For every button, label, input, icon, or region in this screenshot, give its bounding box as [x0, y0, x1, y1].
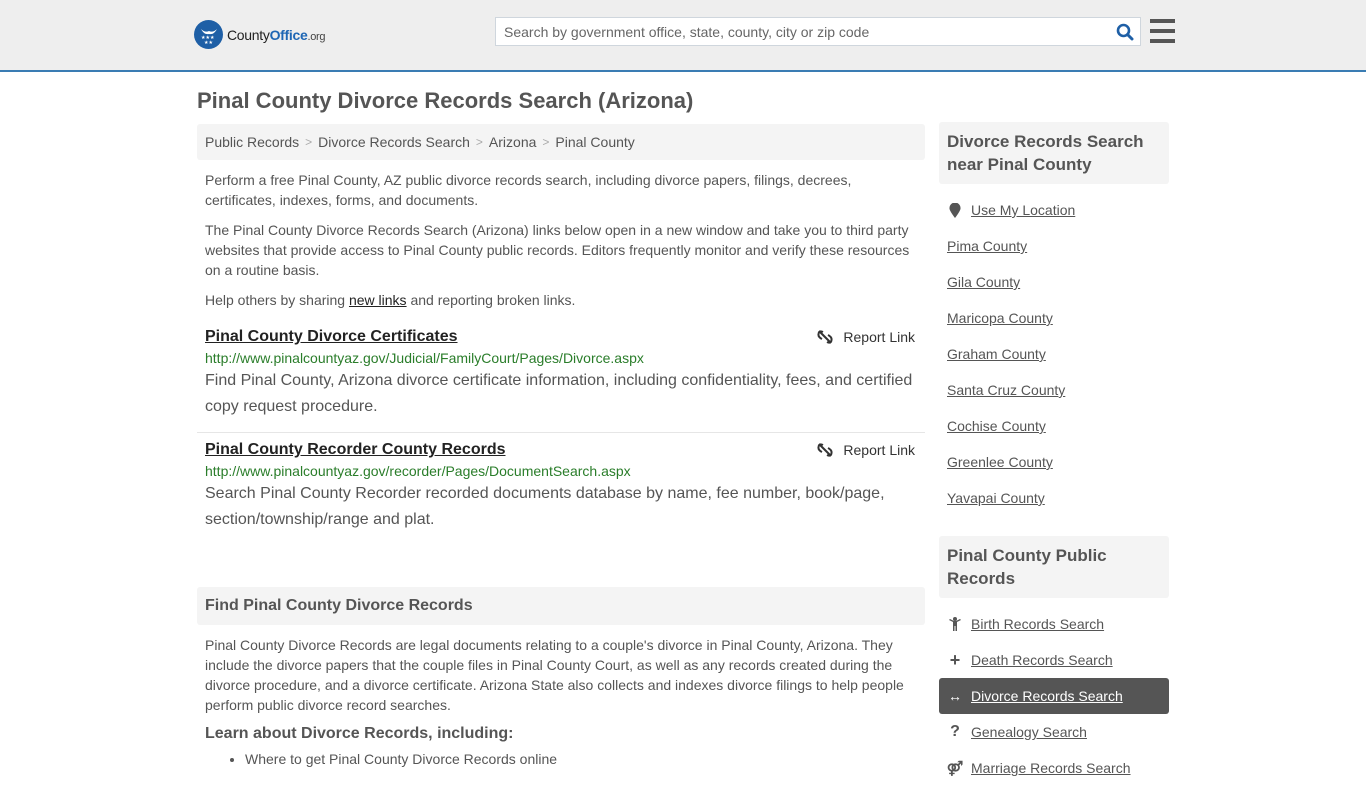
broken-link-icon — [817, 330, 833, 344]
report-link-button[interactable]: Report Link — [817, 442, 915, 458]
question-icon: ? — [950, 723, 960, 740]
logo[interactable]: ★★★ ★★ CountyOffice.org — [194, 20, 326, 49]
marriage-icon: ⚤ — [946, 759, 964, 776]
site-header: ★★★ ★★ CountyOffice.org — [0, 0, 1366, 72]
sidebar-item-birth-records[interactable]: Birth Records Search — [939, 606, 1169, 642]
result-url: http://www.pinalcountyaz.gov/Judicial/Fa… — [205, 350, 644, 366]
broken-link-icon — [817, 443, 833, 457]
county-link-santa-cruz[interactable]: Santa Cruz County — [947, 382, 1065, 398]
page-title: Pinal County Divorce Records Search (Ari… — [197, 88, 694, 113]
breadcrumb-arizona[interactable]: Arizona — [489, 134, 536, 150]
county-link-maricopa[interactable]: Maricopa County — [947, 310, 1053, 326]
nearby-heading: Divorce Records Search near Pinal County — [939, 122, 1169, 184]
find-records-body: Pinal County Divorce Records are legal d… — [197, 635, 925, 767]
svg-text:★★: ★★ — [204, 40, 213, 44]
genealogy-link[interactable]: Genealogy Search — [971, 724, 1087, 740]
result-item: Pinal County Divorce Certificates Report… — [197, 320, 925, 433]
intro-paragraph: Perform a free Pinal County, AZ public d… — [205, 172, 852, 208]
birth-records-link[interactable]: Birth Records Search — [971, 616, 1104, 632]
child-icon — [947, 617, 963, 631]
hamburger-menu-button[interactable] — [1150, 19, 1175, 43]
nearby-county-item: Gila County — [939, 264, 1169, 300]
result-url: http://www.pinalcountyaz.gov/recorder/Pa… — [205, 463, 631, 479]
county-link-gila[interactable]: Gila County — [947, 274, 1020, 290]
sidebar-item-marriage-records[interactable]: ⚤ Marriage Records Search — [939, 750, 1169, 786]
sidebar-item-genealogy[interactable]: ? Genealogy Search — [939, 714, 1169, 750]
plus-icon: + — [949, 649, 961, 670]
result-description: Search Pinal County Recorder recorded do… — [205, 485, 885, 528]
nearby-county-item: Cochise County — [939, 408, 1169, 444]
logo-text: CountyOffice.org — [227, 26, 326, 43]
breadcrumb-separator: > — [475, 135, 483, 149]
nearby-county-item: Pima County — [939, 228, 1169, 264]
sidebar-item-death-records[interactable]: + Death Records Search — [939, 642, 1169, 678]
result-title-link[interactable]: Pinal County Recorder County Records — [205, 441, 506, 459]
arrows-horizontal-icon: ↔ — [948, 688, 962, 704]
search-button[interactable] — [1110, 18, 1140, 45]
intro: Perform a free Pinal County, AZ public d… — [197, 170, 925, 310]
main-content: Public Records > Divorce Records Search … — [197, 124, 925, 767]
breadcrumb-pinal-county[interactable]: Pinal County — [555, 134, 634, 150]
nearby-county-item: Santa Cruz County — [939, 372, 1169, 408]
death-records-link[interactable]: Death Records Search — [971, 652, 1113, 668]
county-link-pima[interactable]: Pima County — [947, 238, 1027, 254]
county-link-graham[interactable]: Graham County — [947, 346, 1046, 362]
sidebar-item-divorce-records[interactable]: ↔ Divorce Records Search — [939, 678, 1169, 714]
result-title-link[interactable]: Pinal County Divorce Certificates — [205, 328, 458, 346]
search-bar — [495, 17, 1141, 46]
menu-bar — [1150, 19, 1175, 23]
search-icon — [1116, 23, 1134, 40]
marriage-records-link[interactable]: Marriage Records Search — [971, 760, 1131, 776]
find-records-heading: Find Pinal County Divorce Records — [197, 587, 925, 625]
public-records-list: Birth Records Search + Death Records Sea… — [939, 606, 1169, 786]
use-location-item: Use My Location — [939, 192, 1169, 228]
nearby-county-item: Maricopa County — [939, 300, 1169, 336]
find-records-paragraph: Pinal County Divorce Records are legal d… — [205, 637, 904, 713]
breadcrumb-separator: > — [305, 135, 313, 149]
map-marker-icon — [947, 202, 963, 218]
nearby-county-item: Yavapai County — [939, 480, 1169, 516]
public-records-heading: Pinal County Public Records — [939, 536, 1169, 598]
new-links-link[interactable]: new links — [349, 292, 407, 308]
use-my-location-link[interactable]: Use My Location — [971, 202, 1075, 218]
nearby-county-item: Graham County — [939, 336, 1169, 372]
breadcrumb-divorce-records-search[interactable]: Divorce Records Search — [318, 134, 470, 150]
divorce-records-link[interactable]: Divorce Records Search — [971, 688, 1123, 704]
share-links-note: Help others by sharing new links and rep… — [205, 292, 576, 308]
learn-list: Where to get Pinal County Divorce Record… — [205, 751, 917, 767]
breadcrumb: Public Records > Divorce Records Search … — [197, 124, 925, 160]
search-input[interactable] — [496, 18, 1110, 45]
menu-bar — [1150, 39, 1175, 43]
breadcrumb-separator: > — [542, 135, 550, 149]
report-link-button[interactable]: Report Link — [817, 329, 915, 345]
result-item: Pinal County Recorder County Records Rep… — [197, 433, 925, 545]
menu-bar — [1150, 29, 1175, 33]
learn-heading: Learn about Divorce Records, including: — [205, 725, 514, 742]
county-link-cochise[interactable]: Cochise County — [947, 418, 1046, 434]
county-link-yavapai[interactable]: Yavapai County — [947, 490, 1045, 506]
nearby-list: Use My Location Pima County Gila County … — [939, 192, 1169, 516]
logo-emblem-icon: ★★★ ★★ — [194, 20, 223, 49]
breadcrumb-public-records[interactable]: Public Records — [205, 134, 299, 150]
learn-list-item: Where to get Pinal County Divorce Record… — [245, 751, 917, 767]
county-link-greenlee[interactable]: Greenlee County — [947, 454, 1053, 470]
nearby-county-item: Greenlee County — [939, 444, 1169, 480]
result-description: Find Pinal County, Arizona divorce certi… — [205, 372, 913, 415]
sidebar: Divorce Records Search near Pinal County… — [939, 122, 1169, 786]
intro-paragraph: The Pinal County Divorce Records Search … — [205, 222, 910, 278]
